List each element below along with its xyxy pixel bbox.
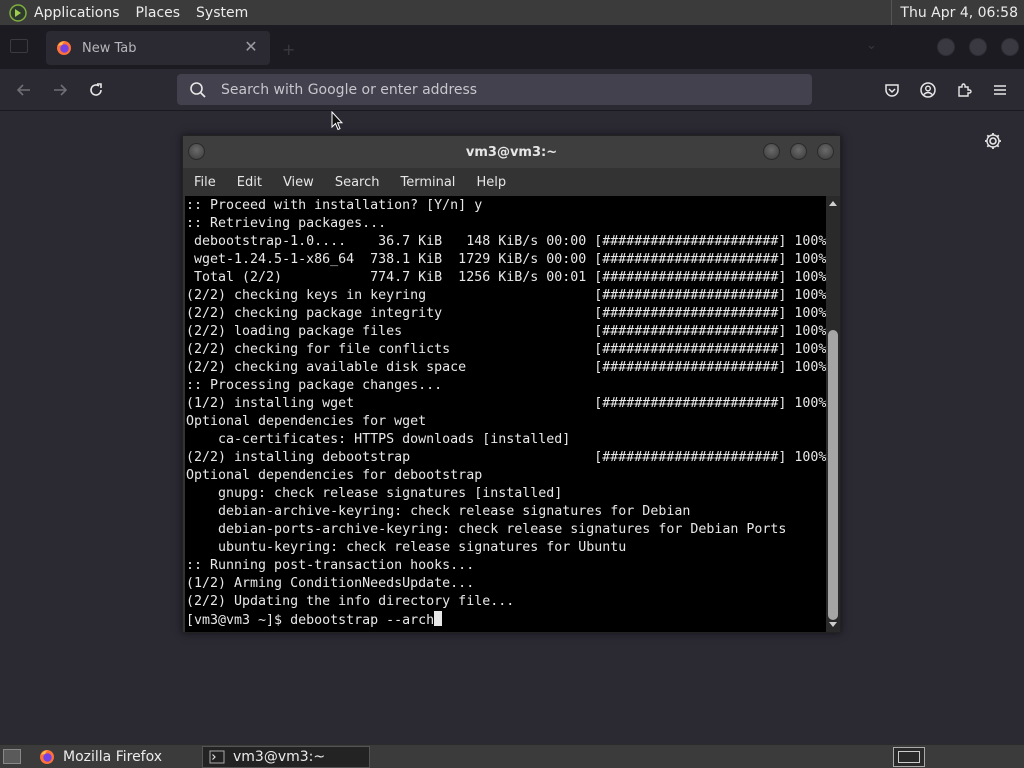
terminal-line: (2/2) loading package files [###########…	[186, 324, 826, 339]
browser-nav-bar: Search with Google or enter address	[0, 69, 1024, 111]
scroll-up-icon[interactable]	[829, 201, 837, 206]
terminal-text: :: Proceed with installation? [Y/n] y ::…	[185, 196, 826, 630]
account-icon	[920, 82, 936, 98]
terminal-line: (2/2) Updating the info directory file..…	[186, 594, 515, 609]
firefox-icon	[40, 750, 54, 764]
menu-file[interactable]: File	[194, 175, 216, 190]
address-bar[interactable]: Search with Google or enter address	[177, 74, 812, 105]
terminal-line: (1/2) Arming ConditionNeedsUpdate...	[186, 576, 475, 591]
terminal-line: ca-certificates: HTTPS downloads [instal…	[186, 432, 571, 447]
close-tab-icon[interactable]: ✕	[242, 38, 260, 56]
taskbar-item-label: Mozilla Firefox	[63, 749, 163, 765]
terminal-minimize-button[interactable]	[763, 143, 780, 160]
search-icon	[190, 81, 206, 98]
maximize-window-button[interactable]	[969, 38, 987, 56]
minimize-window-button[interactable]	[937, 38, 955, 56]
terminal-line: Total (2/2) 774.7 KiB 1256 KiB/s 00:01 […	[186, 270, 826, 285]
terminal-line: debian-archive-keyring: check release si…	[186, 504, 691, 519]
pocket-button[interactable]	[878, 76, 906, 104]
terminal-line: (2/2) checking available disk space [###…	[186, 360, 826, 375]
menu-places[interactable]: Places	[136, 5, 181, 21]
terminal-prompt[interactable]: [vm3@vm3 ~]$ debootstrap --arch	[186, 613, 434, 628]
reload-icon	[90, 83, 102, 96]
terminal-titlebar[interactable]: vm3@vm3:~	[183, 136, 840, 168]
close-window-button[interactable]	[1001, 38, 1019, 56]
terminal-line: Optional dependencies for debootstrap	[186, 468, 483, 483]
back-button[interactable]	[10, 76, 38, 104]
bottom-panel: Mozilla Firefox vm3@vm3:~	[0, 744, 1024, 768]
terminal-close-button[interactable]	[817, 143, 834, 160]
app-menu-button[interactable]	[986, 76, 1014, 104]
taskbar-item-terminal[interactable]: vm3@vm3:~	[202, 746, 370, 768]
scroll-down-icon[interactable]	[829, 622, 837, 627]
terminal-line: (2/2) checking package integrity [######…	[186, 306, 826, 321]
tab-title: New Tab	[82, 40, 137, 56]
terminal-line: gnupg: check release signatures [install…	[186, 486, 563, 501]
menu-search[interactable]: Search	[335, 175, 380, 190]
menu-applications[interactable]: Applications	[34, 5, 120, 21]
panel-clock[interactable]: Thu Apr 4, 06:58	[891, 0, 1018, 25]
distro-logo-icon[interactable]	[8, 3, 28, 23]
terminal-cursor	[434, 611, 443, 626]
account-button[interactable]	[914, 76, 942, 104]
window-menu-button[interactable]	[188, 143, 205, 160]
terminal-line: Optional dependencies for wget	[186, 414, 427, 429]
reload-button[interactable]	[82, 76, 110, 104]
terminal-line: (2/2) checking for file conflicts [#####…	[186, 342, 826, 357]
menu-help[interactable]: Help	[476, 175, 506, 190]
workspace-switcher[interactable]	[893, 747, 925, 767]
menu-edit[interactable]: Edit	[237, 175, 262, 190]
forward-button[interactable]	[46, 76, 74, 104]
terminal-line: :: Proceed with installation? [Y/n] y	[186, 198, 483, 213]
top-panel: Applications Places System Thu Apr 4, 06…	[0, 0, 1024, 25]
firefox-icon	[57, 41, 71, 55]
pocket-icon	[885, 84, 899, 97]
terminal-line: :: Running post-transaction hooks...	[186, 558, 475, 573]
browser-tab-bar: New Tab ✕ + ⌄	[0, 25, 1024, 69]
forward-arrow-icon	[54, 84, 68, 96]
new-tab-icon[interactable]: +	[282, 40, 295, 59]
terminal-line: debian-ports-archive-keyring: check rele…	[186, 522, 787, 537]
gear-icon[interactable]	[983, 131, 1003, 151]
address-bar-placeholder: Search with Google or enter address	[221, 81, 478, 98]
terminal-line: :: Processing package changes...	[186, 378, 443, 393]
terminal-line: :: Retrieving packages...	[186, 216, 387, 231]
tab-new-tab[interactable]: New Tab ✕	[46, 31, 270, 65]
tab-list-icon[interactable]	[10, 39, 28, 53]
terminal-icon	[209, 750, 225, 764]
menu-view[interactable]: View	[283, 175, 314, 190]
terminal-line: wget-1.24.5-1-x86_64 738.1 KiB 1729 KiB/…	[186, 252, 826, 267]
extensions-button[interactable]	[950, 76, 978, 104]
terminal-line: ubuntu-keyring: check release signatures…	[186, 540, 627, 555]
puzzle-icon	[958, 83, 972, 97]
workspace-window-preview	[898, 751, 920, 763]
scrollbar-thumb[interactable]	[828, 330, 838, 620]
mouse-pointer-icon	[331, 111, 343, 131]
back-arrow-icon	[16, 84, 30, 96]
terminal-menubar: File Edit View Search Terminal Help	[183, 168, 840, 196]
terminal-line: (2/2) checking keys in keyring [########…	[186, 288, 826, 303]
menu-system[interactable]: System	[196, 5, 248, 21]
terminal-scrollbar[interactable]	[826, 196, 840, 632]
chevron-down-icon[interactable]: ⌄	[866, 38, 877, 53]
taskbar-item-firefox[interactable]: Mozilla Firefox	[33, 746, 193, 768]
terminal-title: vm3@vm3:~	[465, 144, 558, 160]
show-desktop-button[interactable]	[3, 749, 21, 764]
terminal-line: (1/2) installing wget [#################…	[186, 396, 826, 411]
hamburger-menu-icon	[994, 85, 1006, 95]
terminal-line: (2/2) installing debootstrap [##########…	[186, 450, 826, 465]
taskbar-item-label: vm3@vm3:~	[233, 749, 326, 765]
terminal-line: debootstrap-1.0.... 36.7 KiB 148 KiB/s 0…	[186, 234, 826, 249]
terminal-maximize-button[interactable]	[790, 143, 807, 160]
menu-terminal[interactable]: Terminal	[400, 175, 455, 190]
terminal-window: vm3@vm3:~ File Edit View Search Terminal…	[182, 135, 841, 633]
terminal-output[interactable]: :: Proceed with installation? [Y/n] y ::…	[185, 196, 826, 632]
